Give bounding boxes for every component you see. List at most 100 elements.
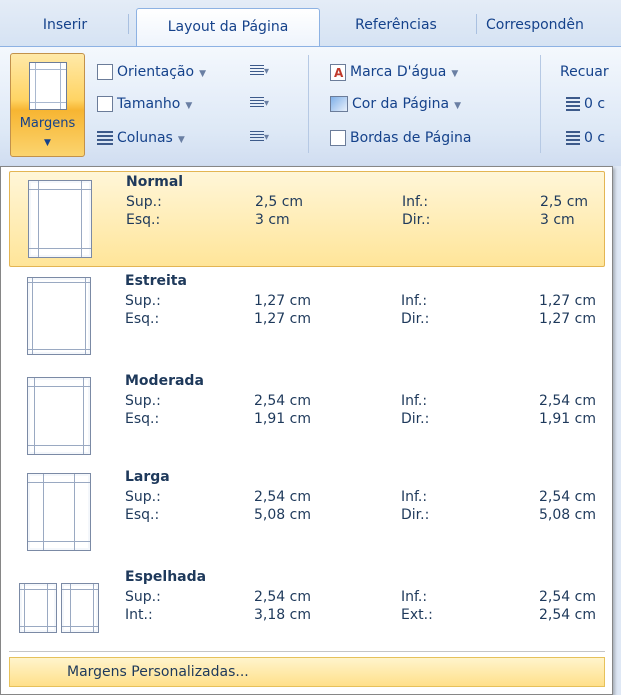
margens-button[interactable]: Margens ▼ <box>10 53 85 157</box>
label-top: Sup.: <box>125 293 161 309</box>
margin-option-normal[interactable]: Normal Sup.: Esq.: 2,5 cm 3 cm Inf.: Dir… <box>9 171 605 267</box>
label-inside: Int.: <box>125 607 153 623</box>
label-top: Sup.: <box>126 194 162 210</box>
wide-margins-icon <box>27 473 91 551</box>
indent-right-icon <box>566 131 580 145</box>
option-name: Moderada <box>125 373 204 389</box>
value-bottom: 2,54 cm <box>539 393 596 409</box>
margens-label: Margens <box>19 116 76 131</box>
recuar-label: Recuar <box>560 64 609 80</box>
value-top: 2,54 cm <box>254 489 311 505</box>
tab-inserir[interactable]: Inserir <box>6 10 124 40</box>
columns-icon <box>97 131 113 145</box>
moderate-margins-icon <box>27 377 91 455</box>
value-bottom: 2,54 cm <box>539 589 596 605</box>
orientacao-button[interactable]: Orientação ▼ <box>97 61 206 83</box>
value-right: 5,08 cm <box>539 507 596 523</box>
menu-divider <box>9 651 605 652</box>
margin-option-estreita[interactable]: Estreita Sup.: Esq.: 1,27 cm 1,27 cm Inf… <box>9 271 605 367</box>
colunas-label: Colunas <box>117 130 173 146</box>
option-name: Normal <box>126 174 184 190</box>
tab-correspondencias[interactable]: Correspondên <box>486 10 621 40</box>
option-name: Espelhada <box>125 569 207 585</box>
label-bottom: Inf.: <box>401 293 428 309</box>
group-separator <box>540 55 541 153</box>
cor-pagina-label: Cor da Página <box>352 96 450 112</box>
hyphenation-icon[interactable]: ▾ <box>250 131 272 147</box>
page-size-icon <box>97 96 113 112</box>
label-left: Esq.: <box>126 212 161 228</box>
chevron-down-icon: ▼ <box>454 101 462 111</box>
value-right: 1,27 cm <box>539 311 596 327</box>
value-top: 2,5 cm <box>255 194 304 210</box>
label-outside: Ext.: <box>401 607 433 623</box>
line-numbers-icon[interactable]: ▾ <box>250 97 272 113</box>
label-top: Sup.: <box>125 489 161 505</box>
label-right: Dir.: <box>401 411 430 427</box>
margin-option-espelhada[interactable]: Espelhada Sup.: Int.: 2,54 cm 3,18 cm In… <box>9 567 605 663</box>
indent-left-value: 0 c <box>584 96 606 112</box>
marca-dagua-button[interactable]: Marca D'água ▼ <box>330 61 459 84</box>
value-top: 2,54 cm <box>254 393 311 409</box>
value-top: 2,54 cm <box>254 589 311 605</box>
indent-left-icon <box>566 97 580 111</box>
chevron-down-icon: ▼ <box>177 135 185 145</box>
label-right: Dir.: <box>401 311 430 327</box>
chevron-down-icon: ▼ <box>451 69 459 79</box>
value-right: 1,91 cm <box>539 411 596 427</box>
ribbon-tab-bar: Inserir Layout da Página Referências Cor… <box>0 0 621 47</box>
breaks-icon[interactable]: ▾ <box>250 65 272 81</box>
watermark-icon <box>330 62 346 84</box>
value-bottom: 1,27 cm <box>539 293 596 309</box>
label-top: Sup.: <box>125 589 161 605</box>
indent-left-field[interactable]: 0 c <box>566 93 605 115</box>
tab-layout-da-pagina[interactable]: Layout da Página <box>136 8 320 47</box>
tamanho-label: Tamanho <box>117 96 181 112</box>
value-bottom: 2,54 cm <box>539 489 596 505</box>
margin-option-larga[interactable]: Larga Sup.: Esq.: 2,54 cm 5,08 cm Inf.: … <box>9 467 605 563</box>
label-bottom: Inf.: <box>401 589 428 605</box>
value-outside: 2,54 cm <box>539 607 596 623</box>
narrow-margins-icon <box>27 277 91 355</box>
margins-dropdown: Normal Sup.: Esq.: 2,5 cm 3 cm Inf.: Dir… <box>0 166 613 695</box>
value-left: 3 cm <box>255 212 290 228</box>
tab-divider <box>128 14 129 34</box>
value-left: 1,91 cm <box>254 411 311 427</box>
mirrored-margins-left-page-icon <box>19 583 57 633</box>
orientacao-label: Orientação <box>117 64 195 80</box>
cor-pagina-button[interactable]: Cor da Página ▼ <box>330 93 461 115</box>
tab-referencias[interactable]: Referências <box>322 10 470 40</box>
group-separator <box>308 55 309 153</box>
orientation-icon <box>97 64 113 80</box>
label-bottom: Inf.: <box>401 489 428 505</box>
label-top: Sup.: <box>125 393 161 409</box>
value-inside: 3,18 cm <box>254 607 311 623</box>
label-right: Dir.: <box>401 507 430 523</box>
mirrored-margins-right-page-icon <box>61 583 99 633</box>
label-left: Esq.: <box>125 311 160 327</box>
chevron-down-icon: ▼ <box>199 69 206 79</box>
tamanho-button[interactable]: Tamanho ▼ <box>97 93 192 115</box>
ribbon-panel: Margens ▼ Orientação ▼ Tamanho ▼ Colunas ▼ … <box>0 46 621 169</box>
margin-option-moderada[interactable]: Moderada Sup.: Esq.: 2,54 cm 1,91 cm Inf… <box>9 371 605 467</box>
value-left: 1,27 cm <box>254 311 311 327</box>
label-bottom: Inf.: <box>402 194 429 210</box>
page-color-icon <box>330 96 348 112</box>
value-top: 1,27 cm <box>254 293 311 309</box>
page-margins-icon <box>29 62 67 110</box>
label-left: Esq.: <box>125 507 160 523</box>
bordas-pagina-label: Bordas de Página <box>350 130 472 146</box>
indent-right-value: 0 c <box>584 130 606 146</box>
option-name: Estreita <box>125 273 187 289</box>
value-bottom: 2,5 cm <box>540 194 589 210</box>
custom-margins-button[interactable]: Margens Personalizadas... <box>9 657 605 687</box>
label-left: Esq.: <box>125 411 160 427</box>
colunas-button[interactable]: Colunas ▼ <box>97 127 185 149</box>
page-borders-icon <box>330 130 346 146</box>
label-right: Dir.: <box>402 212 431 228</box>
label-bottom: Inf.: <box>401 393 428 409</box>
normal-margins-icon <box>28 180 92 258</box>
bordas-pagina-button[interactable]: Bordas de Página <box>330 127 471 149</box>
chevron-down-icon: ▼ <box>185 101 193 111</box>
indent-right-field[interactable]: 0 c <box>566 127 605 149</box>
